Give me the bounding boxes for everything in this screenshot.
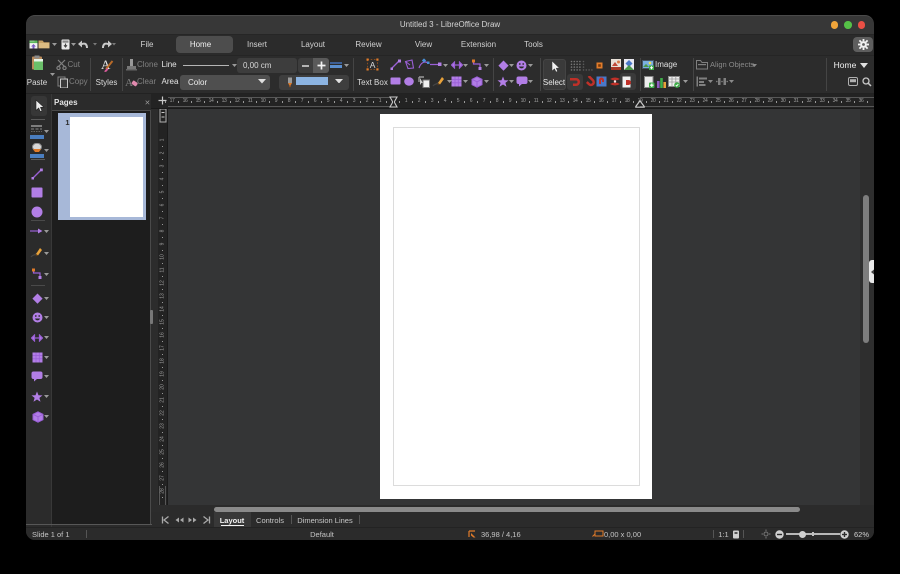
svg-text:A: A [370,60,376,70]
svg-text:A: A [125,77,133,88]
